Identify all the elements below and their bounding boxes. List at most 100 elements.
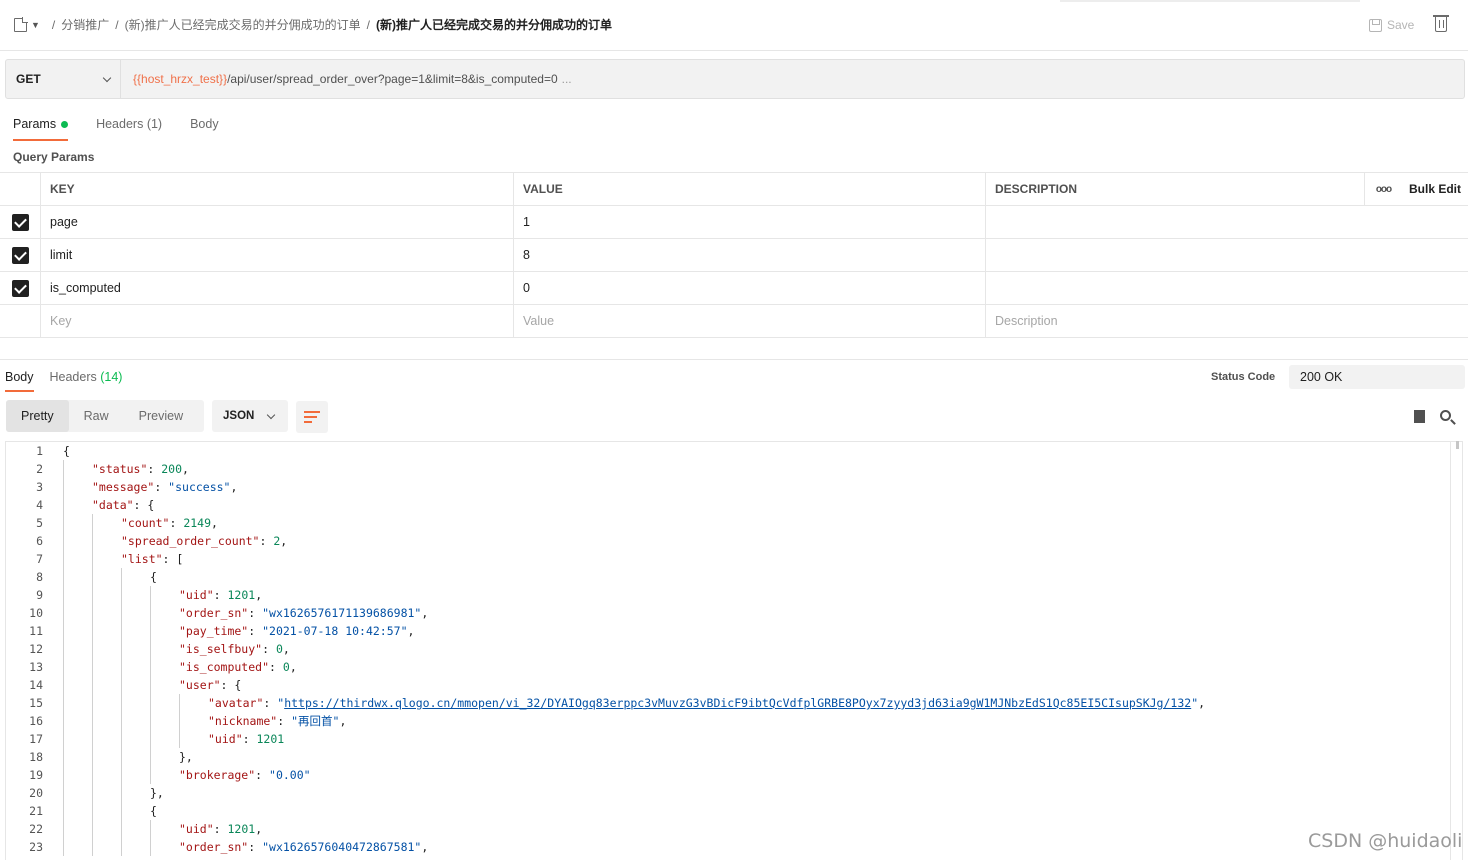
breadcrumb-folder[interactable]: 分销推广	[61, 16, 109, 33]
view-pretty-button[interactable]: Pretty	[6, 400, 69, 432]
json-punct: :	[147, 462, 162, 476]
indent-guide	[121, 748, 122, 766]
indent-guide	[150, 622, 151, 640]
response-code-editor[interactable]: 1{2 "status": 200, 3 "message": "success", 4…	[5, 441, 1463, 860]
request-file-icon[interactable]	[14, 16, 28, 32]
tab-params[interactable]: Params	[13, 117, 69, 141]
indent-guide	[121, 802, 122, 820]
line-number: 17	[29, 732, 43, 746]
chevron-down-icon	[102, 73, 112, 82]
trash-icon[interactable]	[1433, 15, 1449, 32]
json-punct: :	[255, 768, 270, 782]
code-text: "is_computed": 0,	[43, 658, 297, 676]
param-key[interactable]: limit	[41, 239, 514, 271]
wrap-lines-icon	[304, 411, 320, 413]
bulk-edit-button[interactable]: Bulk Edit	[1402, 173, 1468, 205]
tab-body[interactable]: Body	[190, 117, 219, 141]
code-line: 12 "is_selfbuy": 0,	[6, 640, 1462, 658]
request-tabs: Params Headers (1) Body	[13, 117, 247, 141]
indent-guide	[63, 766, 64, 784]
indent-guide	[150, 838, 151, 856]
code-line: 18},	[6, 748, 1462, 766]
indent-guide	[92, 550, 93, 568]
code-text: "user": {	[43, 676, 241, 694]
json-key: "spread_order_count"	[121, 534, 260, 548]
param-description[interactable]	[986, 272, 1468, 304]
new-description-input[interactable]: Description	[986, 305, 1468, 337]
code-text: "status": 200,	[43, 460, 189, 478]
code-line: 2 "status": 200,	[6, 460, 1462, 478]
json-punct: {	[150, 570, 157, 584]
line-number: 4	[36, 498, 43, 512]
copy-icon[interactable]	[1410, 407, 1425, 423]
indent-guide	[63, 622, 64, 640]
code-line: 3 "message": "success",	[6, 478, 1462, 496]
editor-scrollbar[interactable]	[1450, 441, 1463, 860]
method-select[interactable]: GET	[6, 60, 121, 98]
json-key: "nickname"	[208, 714, 278, 728]
format-select[interactable]: JSON	[212, 400, 288, 432]
tab-headers[interactable]: Headers (1)	[96, 117, 162, 141]
indent-guide	[63, 532, 64, 550]
line-number: 20	[29, 786, 43, 800]
json-punct: : {	[220, 678, 242, 692]
indent-guide	[179, 730, 180, 748]
view-raw-button[interactable]: Raw	[69, 400, 124, 432]
more-options-icon[interactable]: ooo	[1364, 173, 1402, 205]
url-input[interactable]: {{host_hrzx_test}}/api/user/spread_order…	[121, 60, 572, 98]
code-text: "uid": 1201,	[43, 586, 262, 604]
json-punct: :	[248, 624, 263, 638]
param-value[interactable]: 1	[514, 206, 986, 238]
json-link[interactable]: https://thirdwx.qlogo.cn/mmopen/vi_32/DY…	[284, 696, 1191, 710]
table-row: page 1	[0, 206, 1468, 239]
new-key-input[interactable]: Key	[41, 305, 514, 337]
indent-guide	[63, 640, 64, 658]
code-line: 15 "avatar": "https://thirdwx.qlogo.cn/mm…	[6, 694, 1462, 712]
wrap-lines-button[interactable]	[296, 401, 328, 433]
param-key[interactable]: is_computed	[41, 272, 514, 304]
breadcrumb-request[interactable]: (新)推广人已经完成交易的并分佣成功的订单	[125, 16, 361, 33]
json-punct: : [	[162, 552, 184, 566]
top-accent-line	[1060, 0, 1360, 2]
param-checkbox[interactable]	[11, 279, 29, 297]
line-number: 21	[29, 804, 43, 818]
param-checkbox-cell	[0, 272, 41, 304]
caret-down-icon[interactable]: ▼	[31, 20, 40, 30]
indent-guide	[121, 658, 122, 676]
indent-guide	[92, 802, 93, 820]
param-checkbox[interactable]	[11, 246, 29, 264]
indent-guide	[92, 820, 93, 838]
view-preview-button[interactable]: Preview	[124, 400, 198, 432]
json-string: "2021-07-18 10:42:57"	[262, 624, 408, 638]
json-key: "pay_time"	[179, 624, 249, 638]
indent-guide	[63, 568, 64, 586]
line-number: 16	[29, 714, 43, 728]
indent-guide	[150, 748, 151, 766]
code-text: "avatar": "https://thirdwx.qlogo.cn/mmop…	[43, 694, 1205, 712]
indent-guide	[92, 838, 93, 856]
tab-response-headers[interactable]: Headers (14)	[50, 370, 123, 392]
line-number: 12	[29, 642, 43, 656]
new-value-input[interactable]: Value	[514, 305, 986, 337]
indent-guide	[121, 568, 122, 586]
code-line: 8{	[6, 568, 1462, 586]
param-value[interactable]: 8	[514, 239, 986, 271]
save-button[interactable]: Save	[1369, 18, 1414, 32]
indent-guide	[92, 766, 93, 784]
code-text: "data": {	[43, 496, 154, 514]
param-key[interactable]: page	[41, 206, 514, 238]
line-number: 19	[29, 768, 43, 782]
search-icon[interactable]	[1440, 410, 1451, 421]
breadcrumb-current[interactable]: (新)推广人已经完成交易的并分佣成功的订单	[376, 16, 612, 33]
code-text: "is_selfbuy": 0,	[43, 640, 290, 658]
indent-guide	[63, 676, 64, 694]
param-value[interactable]: 0	[514, 272, 986, 304]
view-mode-group: Pretty Raw Preview	[6, 400, 204, 432]
param-description[interactable]	[986, 239, 1468, 271]
response-divider[interactable]	[0, 359, 1468, 360]
param-checkbox[interactable]	[11, 213, 29, 231]
tab-headers-count: (1)	[146, 117, 163, 131]
param-description[interactable]	[986, 206, 1468, 238]
tab-response-body[interactable]: Body	[5, 370, 34, 392]
json-punct: ,	[339, 714, 347, 728]
